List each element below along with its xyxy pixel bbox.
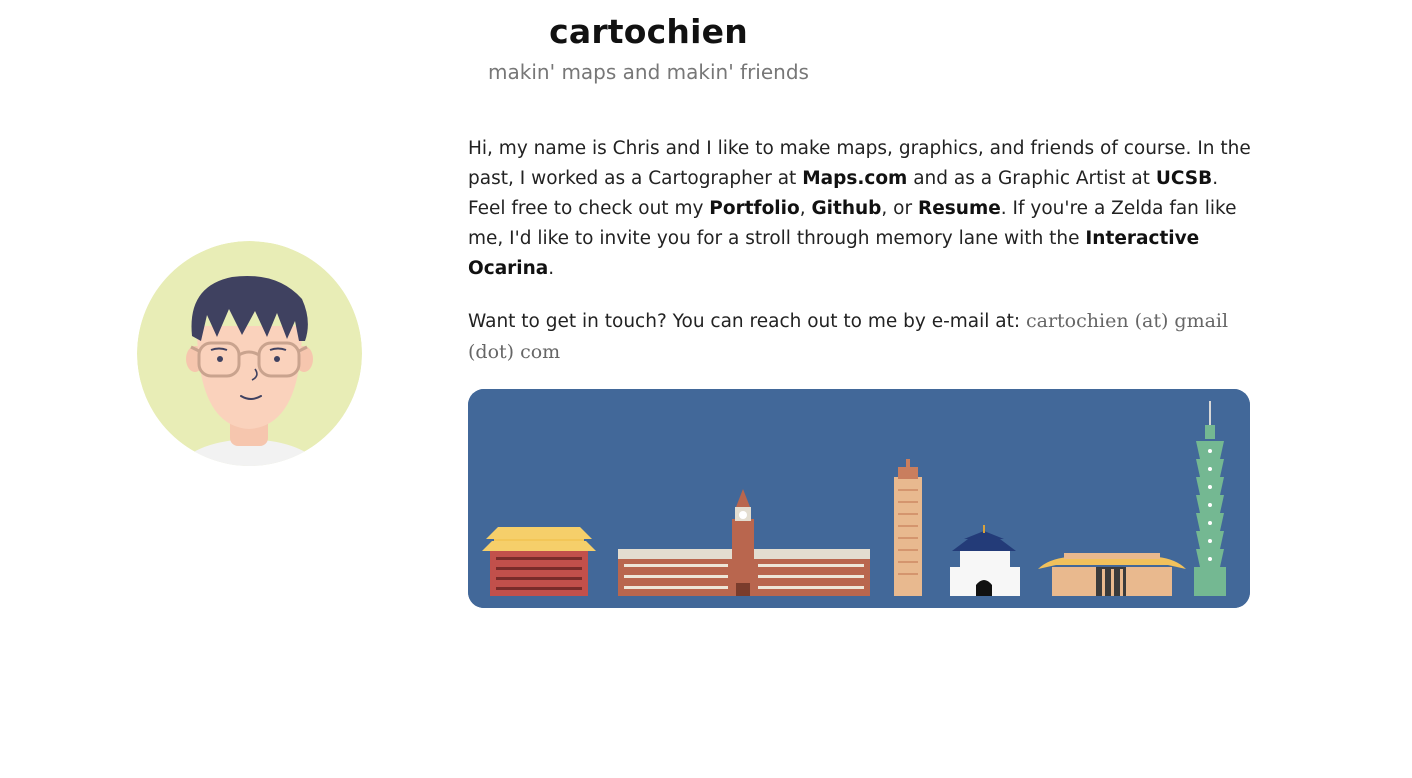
ucsb-link[interactable]: UCSB	[1156, 168, 1212, 189]
site-subtitle: makin' maps and makin' friends	[488, 60, 809, 84]
site-title[interactable]: cartochien	[0, 12, 1297, 51]
resume-link[interactable]: Resume	[918, 198, 1001, 219]
maps-com-link[interactable]: Maps.com	[802, 168, 907, 189]
bio-paragraph: Hi, my name is Chris and I like to make …	[468, 138, 1251, 279]
about-content: Hi, my name is Chris and I like to make …	[468, 134, 1253, 368]
contact-paragraph: Want to get in touch? You can reach out …	[468, 310, 1229, 363]
avatar	[137, 241, 362, 466]
portfolio-link[interactable]: Portfolio	[709, 198, 799, 219]
skyline-illustration	[468, 389, 1250, 608]
github-link[interactable]: Github	[811, 198, 881, 219]
